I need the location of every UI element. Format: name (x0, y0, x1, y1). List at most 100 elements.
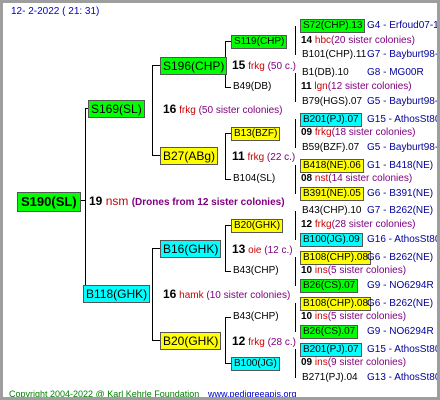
g3-sym: frkg (248, 61, 265, 72)
g3-box-1[interactable]: B27(ABg) (160, 147, 219, 165)
g4-sym: nst (314, 173, 329, 184)
g3-box-2[interactable]: B16(GHK) (160, 240, 222, 258)
g4-info-2: 09 frkg(18 sister colonies) (301, 127, 416, 139)
g3-note: (22 c.) (266, 152, 296, 163)
g4-sym: ins (314, 265, 328, 276)
g4-num: 09 (301, 357, 313, 368)
g4-num: 10 (301, 311, 313, 322)
connector (225, 133, 226, 179)
sire-num: 16 (163, 102, 177, 116)
dam-info: 16 hamk (10 sister colonies) (163, 288, 290, 302)
g5-info-8: G7 - B262(NE) (367, 205, 434, 216)
copyright-text: Copyright 2004-2022 @ Karl Kehrle Founda… (9, 389, 200, 399)
g5-box-12[interactable]: B108(CHP).08 (300, 297, 372, 311)
g5-label-3: B79(HGS).07 (302, 96, 363, 107)
g5-info-3: G5 - Bayburt98-3 (367, 96, 440, 107)
g5-info-6: G1 - B418(NE) (367, 160, 434, 171)
g4-info-0: 14 hbc(20 sister colonies) (301, 35, 415, 47)
g5-box-14[interactable]: B201(PJ).07 (300, 343, 362, 357)
g5-info-0: G4 - Erfoud07-10 (367, 20, 440, 31)
g5-box-10[interactable]: B108(CHP).08 (300, 251, 372, 265)
g3-note: (28 c.) (267, 337, 296, 348)
g3-box-0[interactable]: S196(CHP) (160, 57, 228, 75)
connector (225, 317, 231, 318)
g4-num: 14 (301, 35, 313, 46)
connector (152, 65, 153, 155)
root-note: (Drones from 12 sister colonies) (131, 197, 285, 208)
g5-label-15: B271(PJ).04 (302, 372, 358, 383)
connector (225, 225, 226, 271)
g4-num: 08 (301, 173, 313, 184)
g4-note: (5 sister colonies) (327, 311, 407, 322)
connector (295, 303, 296, 332)
connector (85, 108, 86, 293)
g5-info-14: G15 - AthosSt80R (367, 344, 440, 355)
g4-note: (5 sister colonies) (327, 265, 407, 276)
connector (225, 179, 231, 180)
root-num: 19 (89, 194, 103, 208)
g4-num: 09 (301, 127, 313, 138)
g4-note: (28 sister colonies) (331, 219, 416, 230)
g4-box-7[interactable]: B100(JG) (231, 357, 280, 371)
g5-box-13[interactable]: B26(CS).07 (300, 325, 359, 339)
g3-box-3[interactable]: B20(GHK) (160, 332, 222, 350)
g4-info-3: 08 nst(14 sister colonies) (301, 173, 412, 185)
g4-sym: hbc (314, 35, 332, 46)
g3-info-1: 11 frkg (22 c.) (232, 150, 295, 164)
connector (295, 73, 296, 102)
g4-note: (20 sister colonies) (331, 35, 415, 46)
sire-note: (50 sister colonies) (198, 105, 283, 116)
sire-sym: frkg (179, 105, 196, 116)
g5-info-2: G8 - MG00R (367, 67, 424, 78)
connector (295, 26, 296, 55)
g3-num: 12 (232, 334, 246, 348)
g4-note: (9 sister colonies) (327, 357, 407, 368)
g4-info-5: 10 ins(5 sister colonies) (301, 265, 406, 277)
g5-box-7[interactable]: B391(NE).05 (300, 187, 364, 201)
dam-sym: hamk (179, 290, 204, 301)
g5-info-12: G6 - B262(NE) (367, 298, 434, 309)
sire-box[interactable]: S169(SL) (88, 100, 145, 118)
g5-info-7: G6 - B391(NE) (367, 188, 434, 199)
g4-box-0[interactable]: S119(CHP) (231, 35, 288, 49)
g5-label-1: B101(CHP).11 (302, 49, 367, 60)
dam-box[interactable]: B118(GHK) (83, 285, 151, 303)
connector (295, 257, 296, 286)
connector (295, 119, 296, 148)
g5-box-6[interactable]: B418(NE).06 (300, 159, 364, 173)
g5-info-5: G5 - Bayburt98-3 (367, 142, 440, 153)
g4-info-7: 09 ins(9 sister colonies) (301, 357, 406, 369)
g5-info-13: G9 - NO6294R (367, 326, 434, 337)
connector (295, 349, 296, 378)
root-queen-box[interactable]: S190(SL) (17, 192, 81, 212)
g5-label-8: B43(CHP).10 (302, 205, 362, 216)
g4-sym: ins (314, 311, 328, 322)
website-link[interactable]: www.pedigreeapis.org (208, 389, 297, 397)
g5-box-11[interactable]: B26(CS).07 (300, 279, 359, 293)
g5-label-5: B59(BZF).07 (302, 142, 360, 153)
connector (152, 248, 153, 340)
g4-label-0: B49(DB) (233, 81, 272, 92)
sire-info: 16 frkg (50 sister colonies) (163, 103, 283, 117)
g3-info-3: 12 frkg (28 c.) (232, 335, 296, 349)
g5-box-9[interactable]: B100(JG).09 (300, 233, 363, 247)
g5-info-4: G15 - AthosSt80R (367, 114, 440, 125)
g5-info-11: G9 - NO6294R (367, 280, 434, 291)
g4-label-3: B104(SL) (233, 173, 276, 184)
g4-num: 12 (301, 219, 313, 230)
g4-box-4[interactable]: B20(GHK) (231, 219, 284, 233)
g4-num: 10 (301, 265, 313, 276)
g4-label-5: B43(CHP) (233, 265, 279, 276)
g4-box-2[interactable]: B13(BZF) (231, 127, 281, 141)
g4-label-6: B43(CHP) (233, 311, 279, 322)
g4-note: (12 sister colonies) (327, 81, 412, 92)
g5-info-15: G13 - AthosSt80R (367, 372, 440, 383)
g3-sym: oie (248, 245, 262, 256)
g5-box-4[interactable]: B201(PJ).07 (300, 113, 362, 127)
g5-box-0[interactable]: S72(CHP).13 (300, 19, 366, 33)
g3-info-0: 15 frkg (50 c.) (232, 59, 296, 73)
g4-info-1: 11 lgn(12 sister colonies) (301, 81, 412, 93)
g4-num: 11 (301, 81, 312, 92)
g3-num: 15 (232, 58, 246, 72)
g4-sym: frkg (314, 219, 332, 230)
